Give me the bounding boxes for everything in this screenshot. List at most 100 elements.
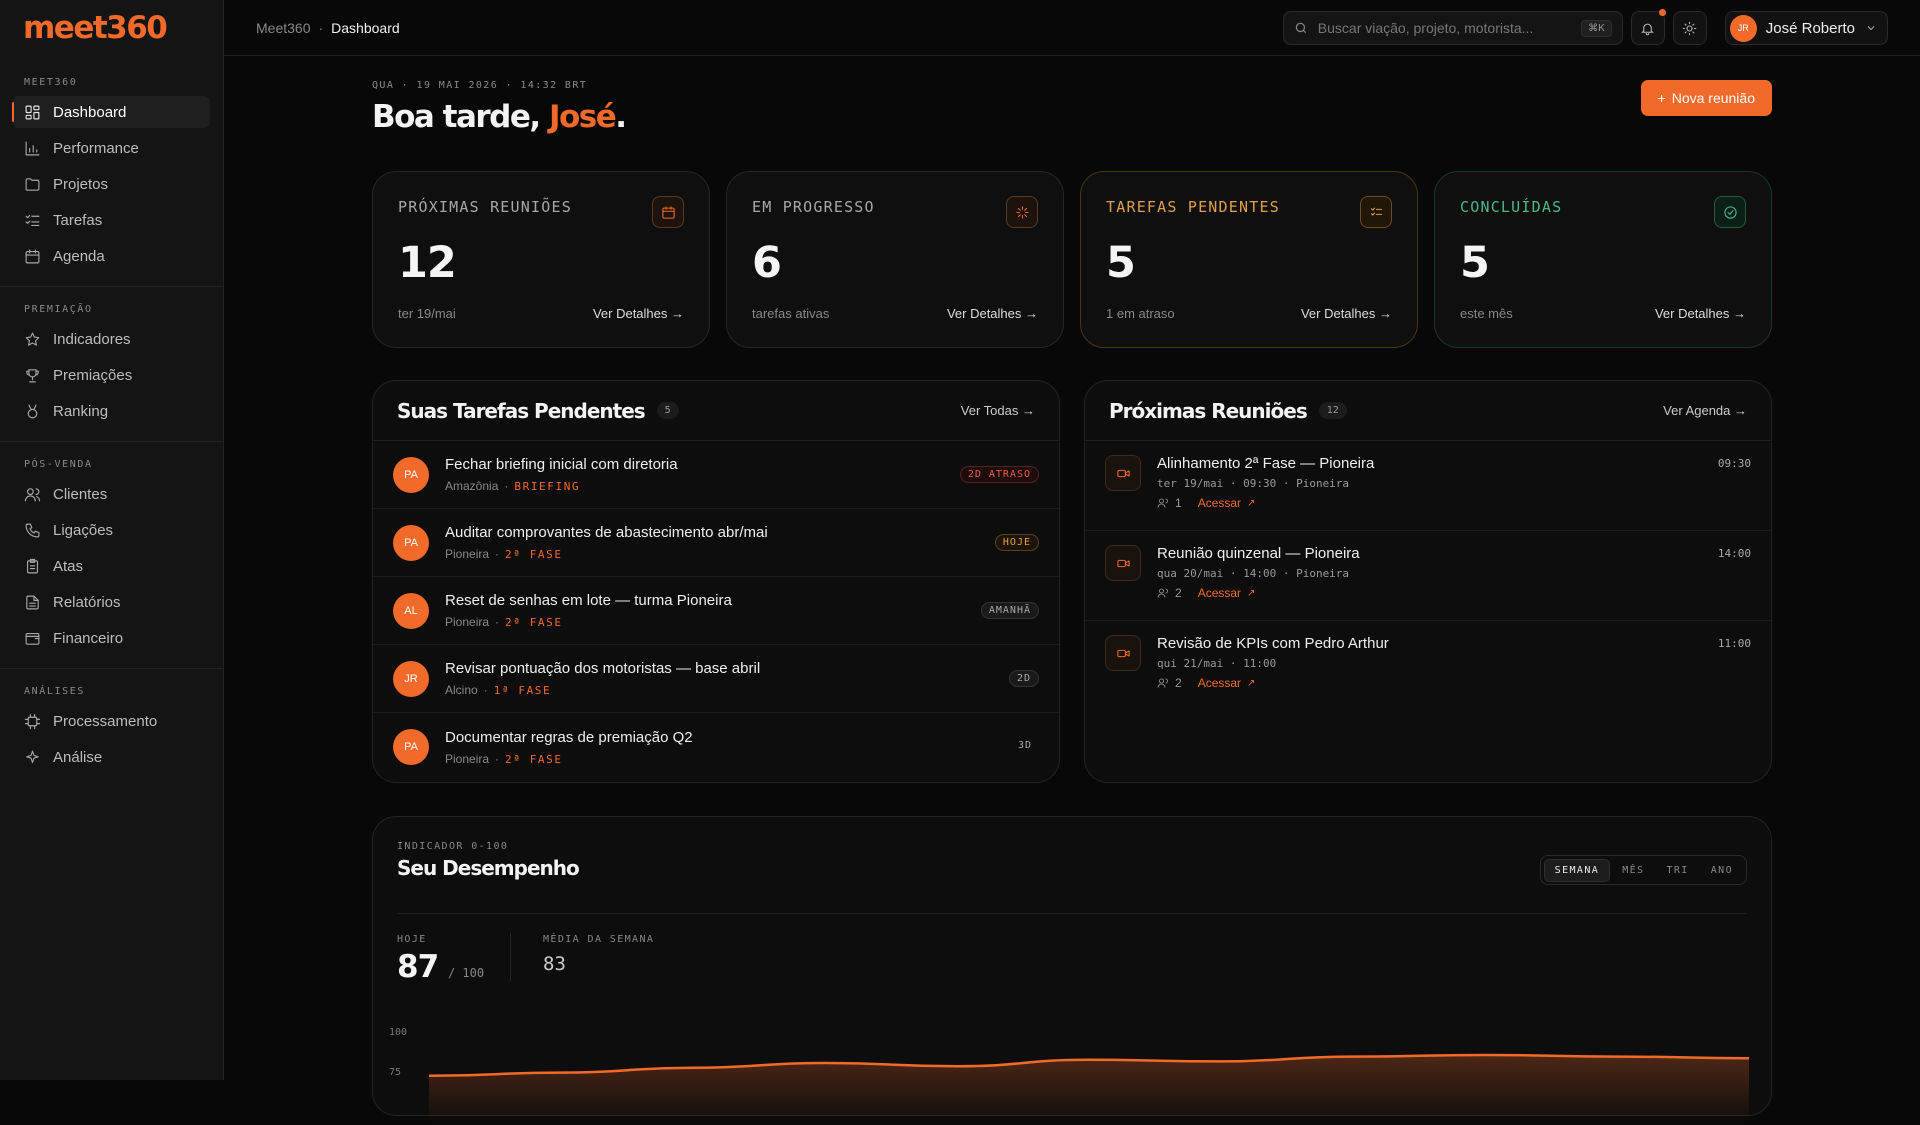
trophy-icon	[26, 368, 39, 382]
count-badge: 12	[1318, 402, 1347, 419]
sidebar-item-agenda[interactable]: Agenda	[13, 240, 210, 272]
stat-value: 6	[752, 238, 782, 288]
meeting-meta: 2 Acessar ↗	[1157, 676, 1751, 690]
stat-details-link[interactable]: Ver Detalhes →	[947, 306, 1038, 321]
new-meeting-button[interactable]: + Nova reunião	[1640, 80, 1772, 116]
stat-details-link[interactable]: Ver Detalhes →	[1655, 306, 1746, 321]
range-option-mes[interactable]: MÊS	[1612, 860, 1654, 881]
user-menu[interactable]: JR José Roberto	[1724, 11, 1888, 45]
access-link[interactable]: Acessar	[1198, 496, 1241, 510]
folder-icon	[25, 177, 40, 191]
users-icon	[1157, 588, 1168, 598]
avatar: AL	[393, 592, 429, 629]
range-option-ano[interactable]: ANO	[1701, 860, 1743, 881]
breadcrumb-root[interactable]: Meet360	[256, 20, 310, 36]
meeting-row[interactable]: Revisão de KPIs com Pedro Arthur qui 21/…	[1085, 621, 1771, 711]
sidebar-item-premiacoes[interactable]: Premiações	[13, 359, 210, 391]
bell-icon	[1641, 23, 1655, 35]
sidebar-item-ranking[interactable]: Ranking	[13, 395, 210, 427]
task-row[interactable]: PA Fechar briefing inicial com diretoria…	[373, 441, 1059, 509]
sidebar-item-performance[interactable]: Performance	[13, 132, 210, 164]
sidebar-item-processamento[interactable]: Processamento	[13, 705, 210, 737]
access-link[interactable]: Acessar	[1198, 676, 1241, 690]
divider	[397, 913, 1747, 914]
nav-section-meet360: MEET360 Dashboard Performance Projetos T…	[0, 56, 223, 287]
sidebar-item-label: Análise	[53, 748, 103, 766]
upcoming-meetings-panel: Próximas Reuniões 12 Ver Agenda → Alinha…	[1084, 380, 1772, 783]
sidebar-item-dashboard[interactable]: Dashboard	[12, 96, 210, 128]
task-row[interactable]: AL Reset de senhas em lote — turma Pione…	[373, 577, 1059, 645]
stat-card-concluidas[interactable]: CONCLUÍDAS 5 este mês Ver Detalhes →	[1434, 171, 1772, 348]
notifications-button[interactable]	[1630, 9, 1666, 45]
sidebar-item-indicadores[interactable]: Indicadores	[13, 323, 210, 355]
sidebar-item-atas[interactable]: Atas	[13, 550, 210, 582]
nav-section-title: PÓS-VENDA	[24, 459, 93, 470]
theme-toggle-button[interactable]	[1672, 11, 1707, 45]
meeting-when: ter 19/mai · 09:30 · Pioneira	[1157, 477, 1350, 490]
sidebar-item-label: Dashboard	[53, 103, 127, 121]
meeting-meta: 2 Acessar ↗	[1157, 586, 1751, 600]
sidebar: meet360 MEET360 Dashboard Performance Pr…	[0, 0, 224, 1080]
task-row[interactable]: PA Auditar comprovantes de abastecimento…	[373, 509, 1059, 577]
task-phase: 2ª FASE	[505, 616, 563, 629]
sidebar-item-financeiro[interactable]: Financeiro	[13, 622, 210, 654]
sidebar-item-projetos[interactable]: Projetos	[13, 168, 210, 200]
task-row[interactable]: PA Documentar regras de premiação Q2 Pio…	[373, 713, 1059, 781]
task-title: Fechar briefing inicial com diretoria	[445, 456, 678, 473]
stat-details-link[interactable]: Ver Detalhes →	[593, 306, 684, 321]
clipboard-icon	[26, 558, 39, 573]
due-badge: AMANHÃ	[980, 602, 1039, 619]
wallet-icon	[25, 632, 40, 645]
sidebar-item-clientes[interactable]: Clientes	[13, 478, 210, 510]
kpi-value: 87 / 100	[397, 949, 484, 985]
sidebar-item-ligacoes[interactable]: Ligações	[13, 514, 210, 546]
range-selector: SEMANA MÊS TRI ANO	[1539, 855, 1747, 885]
view-agenda-link[interactable]: Ver Agenda →	[1663, 403, 1747, 418]
y-tick-label: 100	[389, 1027, 407, 1038]
performance-chart: 100 75	[389, 1027, 1750, 1125]
nav-section-pos-venda: PÓS-VENDA Clientes Ligações Atas Relatór…	[0, 442, 223, 669]
search-shortcut: ⌘K	[1581, 19, 1612, 37]
stat-value: 12	[398, 238, 457, 288]
stats-row: PRÓXIMAS REUNIÕES 12 ter 19/mai Ver Deta…	[372, 171, 1772, 348]
current-date: QUA · 19 MAI 2026 · 14:32 BRT	[372, 80, 588, 91]
medal-icon	[27, 404, 38, 418]
sidebar-item-analise[interactable]: Análise	[13, 741, 210, 773]
kpi-divider	[510, 933, 511, 981]
topbar: Meet360 · Dashboard Buscar viação, proje…	[224, 0, 1920, 56]
search-input[interactable]: Buscar viação, projeto, motorista... ⌘K	[1282, 11, 1623, 45]
sidebar-item-relatorios[interactable]: Relatórios	[13, 586, 210, 618]
task-meta: Pioneira · 2ª FASE	[445, 751, 563, 766]
task-meta: Amazônia · BRIEFING	[445, 479, 581, 493]
access-link[interactable]: Acessar	[1198, 586, 1241, 600]
sidebar-item-tarefas[interactable]: Tarefas	[13, 204, 210, 236]
panel-title: Próximas Reuniões	[1109, 398, 1308, 423]
meeting-row[interactable]: Alinhamento 2ª Fase — Pioneira ter 19/ma…	[1085, 441, 1771, 531]
task-meta: Pioneira · 2ª FASE	[445, 547, 563, 561]
stat-card-proximas-reunioes[interactable]: PRÓXIMAS REUNIÕES 12 ter 19/mai Ver Deta…	[372, 171, 710, 348]
external-link-icon: ↗	[1247, 677, 1256, 689]
logo[interactable]: meet360	[0, 0, 223, 56]
range-option-semana[interactable]: SEMANA	[1543, 858, 1611, 882]
stat-card-em-progresso[interactable]: EM PROGRESSO 6 tarefas ativas Ver Detalh…	[726, 171, 1064, 348]
stat-details-link[interactable]: Ver Detalhes →	[1301, 306, 1392, 321]
due-badge: 2D	[1008, 670, 1039, 687]
panel-header: Próximas Reuniões 12 Ver Agenda →	[1085, 381, 1771, 441]
external-link-icon: ↗	[1247, 497, 1256, 509]
page-title: Boa tarde, José.	[372, 99, 1772, 135]
avatar: PA	[393, 524, 429, 561]
range-option-tri[interactable]: TRI	[1656, 860, 1698, 881]
task-title: Documentar regras de premiação Q2	[445, 728, 693, 746]
search-icon	[1295, 22, 1306, 34]
view-all-link[interactable]: Ver Todas →	[961, 403, 1035, 418]
due-badge: HOJE	[994, 534, 1039, 551]
task-row[interactable]: JR Revisar pontuação dos motoristas — ba…	[373, 645, 1059, 713]
sidebar-item-label: Atas	[53, 557, 84, 575]
list-check-icon	[1360, 196, 1392, 228]
meeting-row[interactable]: Reunião quinzenal — Pioneira qua 20/mai …	[1085, 531, 1771, 621]
new-meeting-label: Nova reunião	[1671, 90, 1755, 106]
nav-section-title: ANÁLISES	[24, 686, 85, 697]
task-title: Auditar comprovantes de abastecimento ab…	[445, 524, 768, 541]
stat-value: 5	[1460, 238, 1490, 288]
stat-card-tarefas-pendentes[interactable]: TAREFAS PENDENTES 5 1 em atraso Ver Deta…	[1080, 171, 1418, 348]
